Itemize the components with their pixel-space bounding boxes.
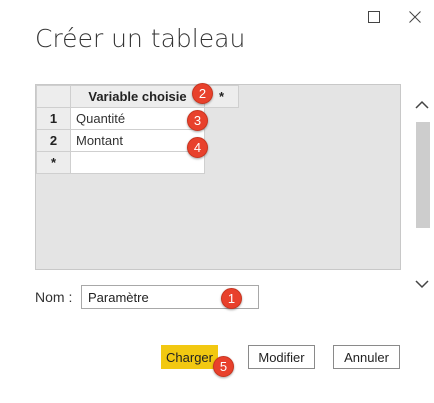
maximize-icon (368, 11, 380, 23)
row-number: 2 (36, 129, 71, 152)
scrollbar-thumb[interactable] (416, 122, 430, 228)
column-header[interactable]: Variable choisie (70, 85, 205, 108)
load-button[interactable]: Charger (161, 345, 218, 369)
annotation-badge: 5 (213, 356, 234, 377)
cancel-button[interactable]: Annuler (333, 345, 400, 369)
new-row: * (36, 151, 239, 174)
scroll-down-button[interactable] (412, 276, 432, 292)
maximize-button[interactable] (363, 6, 385, 28)
close-button[interactable] (404, 6, 426, 28)
table-cell[interactable]: Quantité (70, 107, 205, 130)
close-icon (409, 11, 421, 23)
table-cell[interactable]: Montant (70, 129, 205, 152)
dialog-title: Créer un tableau (35, 24, 246, 53)
row-number: 1 (36, 107, 71, 130)
edit-button[interactable]: Modifier (248, 345, 315, 369)
table-row: 2 Montant (36, 129, 239, 152)
data-grid[interactable]: Variable choisie * 1 Quantité 2 Montant … (35, 84, 401, 270)
chevron-up-icon (415, 100, 429, 109)
table-row: 1 Quantité (36, 107, 239, 130)
chevron-down-icon (415, 279, 429, 288)
annotation-badge: 1 (221, 288, 242, 309)
annotation-badge: 4 (187, 137, 208, 158)
annotation-badge: 3 (187, 110, 208, 131)
annotation-badge: 2 (192, 83, 213, 104)
name-label: Nom : (35, 289, 73, 305)
new-row-marker: * (36, 151, 71, 174)
corner-cell (36, 85, 71, 108)
scroll-up-button[interactable] (412, 96, 432, 112)
new-row-cell[interactable] (70, 151, 205, 174)
